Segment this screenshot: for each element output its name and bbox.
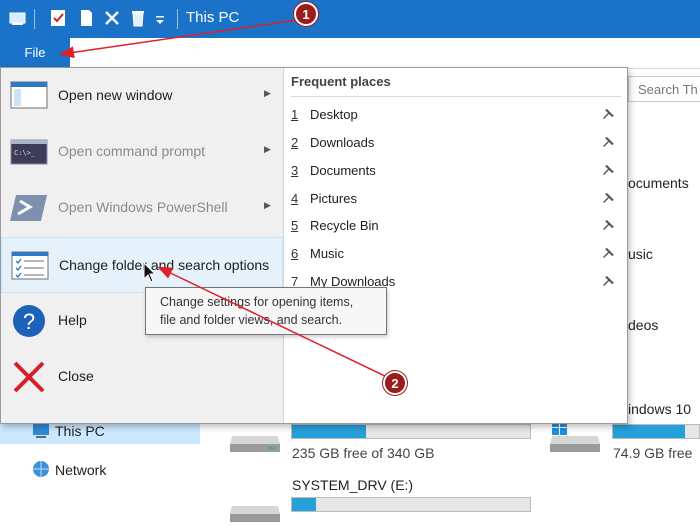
menu-item-label: Open command prompt [58, 143, 206, 159]
menu-item-change-folder-options[interactable]: Change folder and search options [1, 237, 283, 293]
frequent-place-number: 3 [291, 163, 299, 178]
command-prompt-icon: C:\>_ [10, 139, 48, 165]
pin-icon[interactable] [601, 108, 615, 122]
frequent-place-item[interactable]: 4 Pictures [284, 186, 627, 213]
drive-c-usage-bar [291, 424, 531, 439]
menu-item-label: Close [58, 368, 94, 384]
menu-item-close[interactable]: Close [1, 349, 283, 405]
frequent-place-item[interactable]: 3 Documents [284, 158, 627, 185]
ribbon-bar [0, 38, 700, 69]
close-icon [13, 361, 45, 393]
network-icon [33, 461, 49, 477]
menu-item-label: Open Windows PowerShell [58, 199, 228, 215]
properties-icon[interactable] [48, 8, 68, 28]
folder-options-icon [11, 251, 49, 280]
nav-item-network-label[interactable]: Network [55, 462, 106, 478]
annotation-callout-2: 2 [383, 371, 407, 395]
menu-item-label: Help [58, 312, 87, 328]
menu-item-open-powershell[interactable]: Open Windows PowerShell ▶ [1, 180, 283, 236]
submenu-arrow-icon: ▶ [264, 88, 271, 98]
explorer-app-icon[interactable] [8, 8, 28, 28]
submenu-arrow-icon: ▶ [264, 144, 271, 154]
frequent-place-name: Documents [310, 163, 376, 178]
powershell-icon [10, 195, 47, 221]
svg-text:?: ? [23, 309, 35, 334]
frequent-place-name: Pictures [310, 191, 357, 206]
folder-documents-label[interactable]: ocuments [628, 175, 689, 191]
tooltip-line: Change settings for opening items, [160, 295, 354, 309]
frequent-places-title: Frequent places [291, 74, 391, 89]
frequent-place-number: 1 [291, 107, 299, 122]
frequent-places-pane: Frequent places 1 Desktop 2 Downloads 3 … [284, 68, 627, 423]
windows-drive-icon [550, 420, 600, 452]
menu-item-label: Open new window [58, 87, 173, 103]
drive-e-label[interactable]: SYSTEM_DRV (E:) [292, 477, 413, 493]
new-window-icon [10, 81, 48, 109]
folder-music-label[interactable]: usic [628, 246, 653, 262]
file-menu-commands: Open new window ▶ C:\>_ Open command pro… [1, 68, 284, 423]
frequent-place-name: Downloads [310, 135, 375, 150]
pin-icon[interactable] [601, 164, 615, 178]
pin-icon[interactable] [601, 247, 615, 261]
file-menu: Open new window ▶ C:\>_ Open command pro… [0, 67, 628, 424]
frequent-place-name: Music [310, 246, 344, 261]
drive-e-usage-bar [291, 497, 531, 512]
folder-videos-label[interactable]: deos [628, 317, 658, 333]
this-pc-icon [33, 424, 49, 438]
title-bar: This PC [0, 0, 700, 38]
drive-c-free-space: 235 GB free of 340 GB [292, 445, 435, 461]
toolbar-separator [177, 9, 178, 29]
drive-c-usage-fill [292, 425, 366, 438]
tooltip-line: file and folder views, and search. [160, 313, 343, 327]
toolbar-separator [34, 9, 35, 29]
menu-item-label: Change folder and search options [59, 257, 270, 273]
drive-windows-free-space: 74.9 GB free [613, 445, 693, 461]
frequent-place-number: 6 [291, 246, 299, 261]
drive-windows-usage-bar [612, 424, 700, 439]
menu-item-open-command-prompt[interactable]: C:\>_ Open command prompt ▶ [1, 124, 283, 180]
annotation-callout-1: 1 [294, 2, 318, 26]
menu-item-open-new-window[interactable]: Open new window ▶ [1, 68, 283, 124]
hard-drive-icon [230, 436, 280, 452]
window-title: This PC [186, 9, 240, 26]
frequent-place-item[interactable]: 5 Recycle Bin [284, 213, 627, 240]
drive-e-usage-fill [292, 498, 316, 511]
search-box[interactable]: Search Th [628, 76, 700, 102]
customize-toolbar-chevron-icon[interactable] [153, 8, 167, 28]
pin-icon[interactable] [601, 219, 615, 233]
tooltip: Change settings for opening items, file … [145, 287, 387, 335]
nav-item-this-pc-label[interactable]: This PC [55, 423, 105, 439]
pin-icon[interactable] [601, 192, 615, 206]
pin-icon[interactable] [601, 275, 615, 289]
recycle-bin-icon[interactable] [128, 8, 148, 28]
delete-icon[interactable] [102, 8, 122, 28]
frequent-place-number: 2 [291, 135, 299, 150]
hard-drive-icon [230, 506, 280, 522]
frequent-place-name: Desktop [310, 107, 358, 122]
file-tab[interactable]: File [0, 38, 70, 67]
submenu-arrow-icon: ▶ [264, 200, 271, 210]
frequent-place-item[interactable]: 2 Downloads [284, 130, 627, 157]
help-icon: ? [13, 305, 45, 337]
svg-text:C:\>_: C:\>_ [14, 149, 36, 157]
new-folder-icon[interactable] [76, 8, 96, 28]
frequent-place-item[interactable]: 1 Desktop [284, 102, 627, 129]
drive-windows-usage-fill [613, 425, 686, 438]
divider [291, 96, 621, 97]
pin-icon[interactable] [601, 136, 615, 150]
drive-windows-label[interactable]: indows 10 [628, 401, 691, 417]
frequent-place-number: 5 [291, 218, 299, 233]
frequent-place-item[interactable]: 6 Music [284, 241, 627, 268]
frequent-place-name: Recycle Bin [310, 218, 379, 233]
frequent-place-number: 4 [291, 191, 299, 206]
mouse-cursor-icon [143, 262, 157, 283]
